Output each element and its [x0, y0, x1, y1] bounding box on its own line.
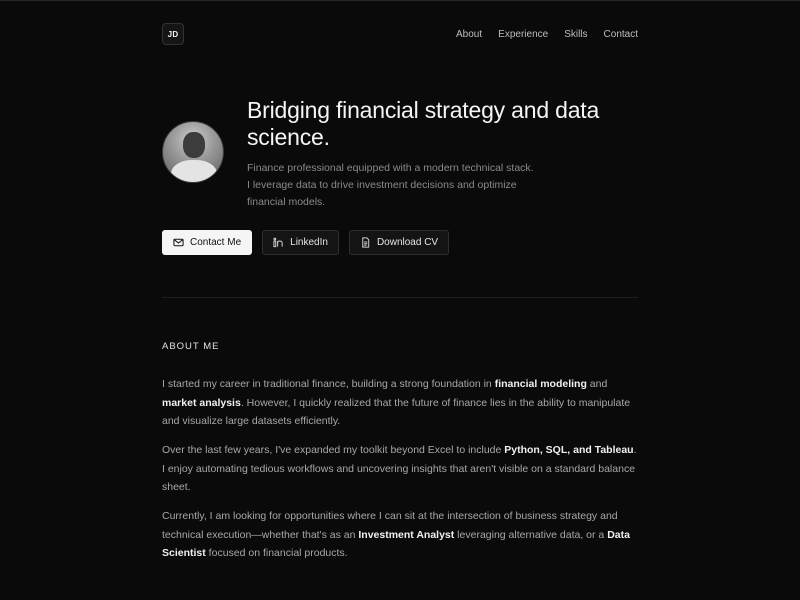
p1-text-c: and	[586, 378, 608, 390]
nav-links: About Experience Skills Contact	[456, 29, 638, 40]
hero-subtitle: Finance professional equipped with a mod…	[247, 162, 534, 208]
hero-text: Bridging financial strategy and data sci…	[247, 97, 647, 211]
nav-link-contact[interactable]: Contact	[604, 29, 638, 40]
contact-me-label: Contact Me	[190, 237, 242, 248]
p3-highlight-investment-analyst: Investment Analyst	[358, 528, 455, 541]
about-paragraph-1: I started my career in traditional finan…	[162, 375, 638, 431]
document-icon	[362, 237, 370, 248]
nav-link-about[interactable]: About	[456, 29, 482, 40]
p3-text-c: leveraging alternative data, or a	[454, 528, 608, 541]
mail-icon	[173, 238, 184, 247]
avatar	[162, 121, 224, 183]
logo-monogram[interactable]: JD	[162, 23, 184, 45]
p1-text-a: I started my career in traditional finan…	[162, 378, 495, 390]
about-paragraph-3: Currently, I am looking for opportunitie…	[162, 507, 638, 563]
hero-section: Bridging financial strategy and data sci…	[162, 97, 638, 217]
linkedin-label: LinkedIn	[290, 237, 328, 248]
linkedin-button[interactable]: LinkedIn	[262, 230, 339, 255]
page: JD About Experience Skills Contact Bridg…	[0, 0, 800, 600]
nav-link-skills[interactable]: Skills	[564, 29, 587, 40]
hero-actions: Contact Me LinkedIn Download CV	[162, 230, 638, 255]
p3-text-d: focused on financial products.	[205, 547, 348, 559]
about-paragraph-2: Over the last few years, I've expanded m…	[162, 441, 638, 497]
avatar-head-shape	[183, 132, 205, 158]
top-nav: JD About Experience Skills Contact	[162, 23, 638, 45]
p1-highlight-market-analysis: market analysis	[162, 396, 241, 409]
section-divider	[162, 297, 638, 298]
hero-headline: Bridging financial strategy and data sci…	[247, 97, 600, 150]
p2-text-a: Over the last few years, I've expanded m…	[162, 444, 505, 456]
nav-link-experience[interactable]: Experience	[498, 29, 548, 40]
p1-highlight-financial-modeling: financial modeling	[494, 378, 587, 390]
avatar-shirt-shape	[171, 160, 217, 182]
download-cv-button[interactable]: Download CV	[348, 230, 450, 255]
contact-me-button[interactable]: Contact Me	[162, 230, 253, 255]
about-section: ABOUT ME I started my career in traditio…	[162, 341, 638, 559]
linkedin-icon	[273, 237, 283, 248]
download-cv-label: Download CV	[376, 237, 439, 248]
about-heading: ABOUT ME	[162, 341, 220, 352]
p2-highlight-tools: Python, SQL, and Tableau	[504, 444, 634, 456]
